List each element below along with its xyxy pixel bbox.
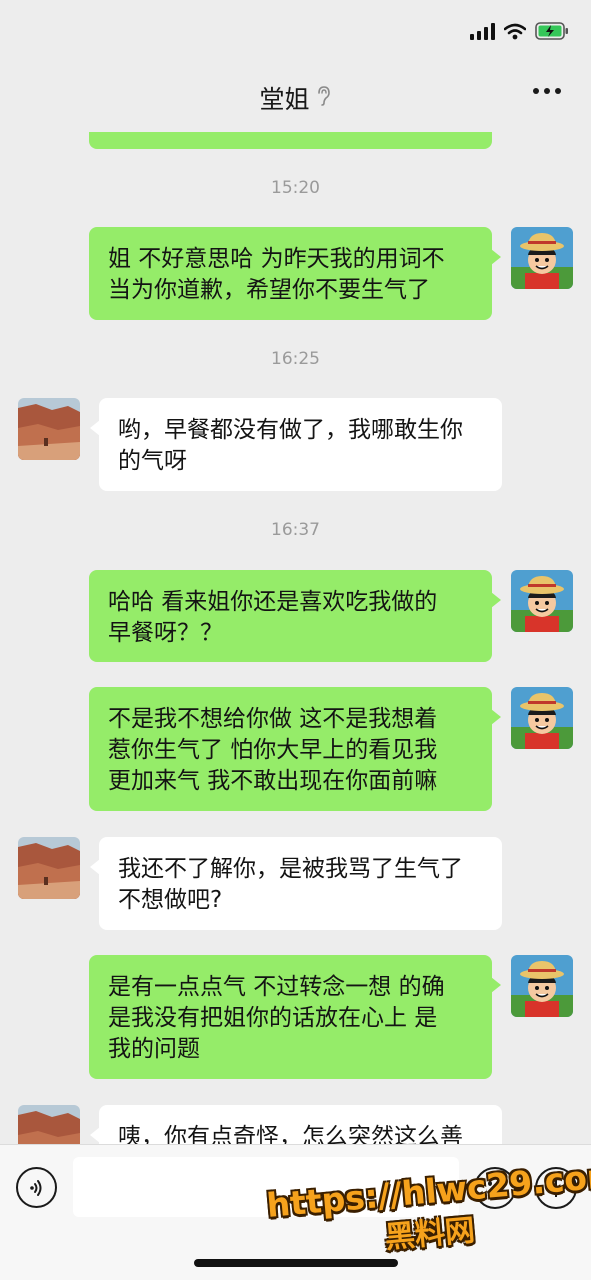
received-message-bubble[interactable]: 哟，早餐都没有做了，我哪敢生你 的气呀 <box>90 398 502 491</box>
rock-landscape-icon <box>18 837 80 899</box>
timestamp: 16:25 <box>271 349 320 369</box>
timestamp: 16:37 <box>271 520 320 540</box>
wifi-icon <box>504 23 526 40</box>
title-wrap: 堂姐 <box>0 80 591 116</box>
ear-icon <box>316 85 332 111</box>
voice-icon[interactable] <box>16 1167 57 1208</box>
chat-header: 堂姐 <box>0 66 591 132</box>
sent-message-bubble[interactable]: 是有一点点气 不过转念一想 的确 是我没有把姐你的话放在心上 是 我的问题 <box>89 955 501 1079</box>
signal-icon <box>470 22 495 40</box>
pirate-avatar-icon <box>511 687 573 749</box>
partial-sent-bubble <box>89 132 492 149</box>
pirate-avatar-icon <box>511 570 573 632</box>
status-bar <box>0 0 591 66</box>
sister-avatar[interactable] <box>18 837 80 899</box>
rock-landscape-icon <box>18 398 80 460</box>
sent-message-bubble[interactable]: 姐 不好意思哈 为昨天我的用词不 当为你道歉，希望你不要生气了 <box>89 227 501 320</box>
received-message-bubble[interactable]: 我还不了解你，是被我骂了生气了 不想做吧? <box>90 837 502 930</box>
more-dots-icon[interactable] <box>533 88 561 94</box>
timestamp: 15:20 <box>271 178 320 198</box>
chat-title[interactable]: 堂姐 <box>259 80 309 116</box>
sent-message-bubble[interactable]: 哈哈 看来姐你还是喜欢吃我做的 早餐呀？？ <box>89 570 501 662</box>
rock-landscape-icon <box>18 1105 80 1144</box>
pirate-avatar-icon <box>511 955 573 1017</box>
received-message-bubble[interactable]: 咦，你有点奇怪，怎么突然这么善 <box>90 1105 502 1144</box>
my-avatar[interactable] <box>511 687 573 749</box>
my-avatar[interactable] <box>511 955 573 1017</box>
pirate-avatar-icon <box>511 227 573 289</box>
my-avatar[interactable] <box>511 570 573 632</box>
sent-message-bubble[interactable]: 不是我不想给你做 这不是我想着 惹你生气了 怕你大早上的看见我 更加来气 我不敢… <box>89 687 501 811</box>
status-icons <box>470 22 569 40</box>
my-avatar[interactable] <box>511 227 573 289</box>
chat-area[interactable]: 15:20 姐 不好意思哈 为昨天我的用词不 当为你道歉，希望你不要生气了 16… <box>0 132 591 1144</box>
sister-avatar[interactable] <box>18 1105 80 1144</box>
sister-avatar[interactable] <box>18 398 80 460</box>
battery-charging-icon <box>535 22 569 40</box>
